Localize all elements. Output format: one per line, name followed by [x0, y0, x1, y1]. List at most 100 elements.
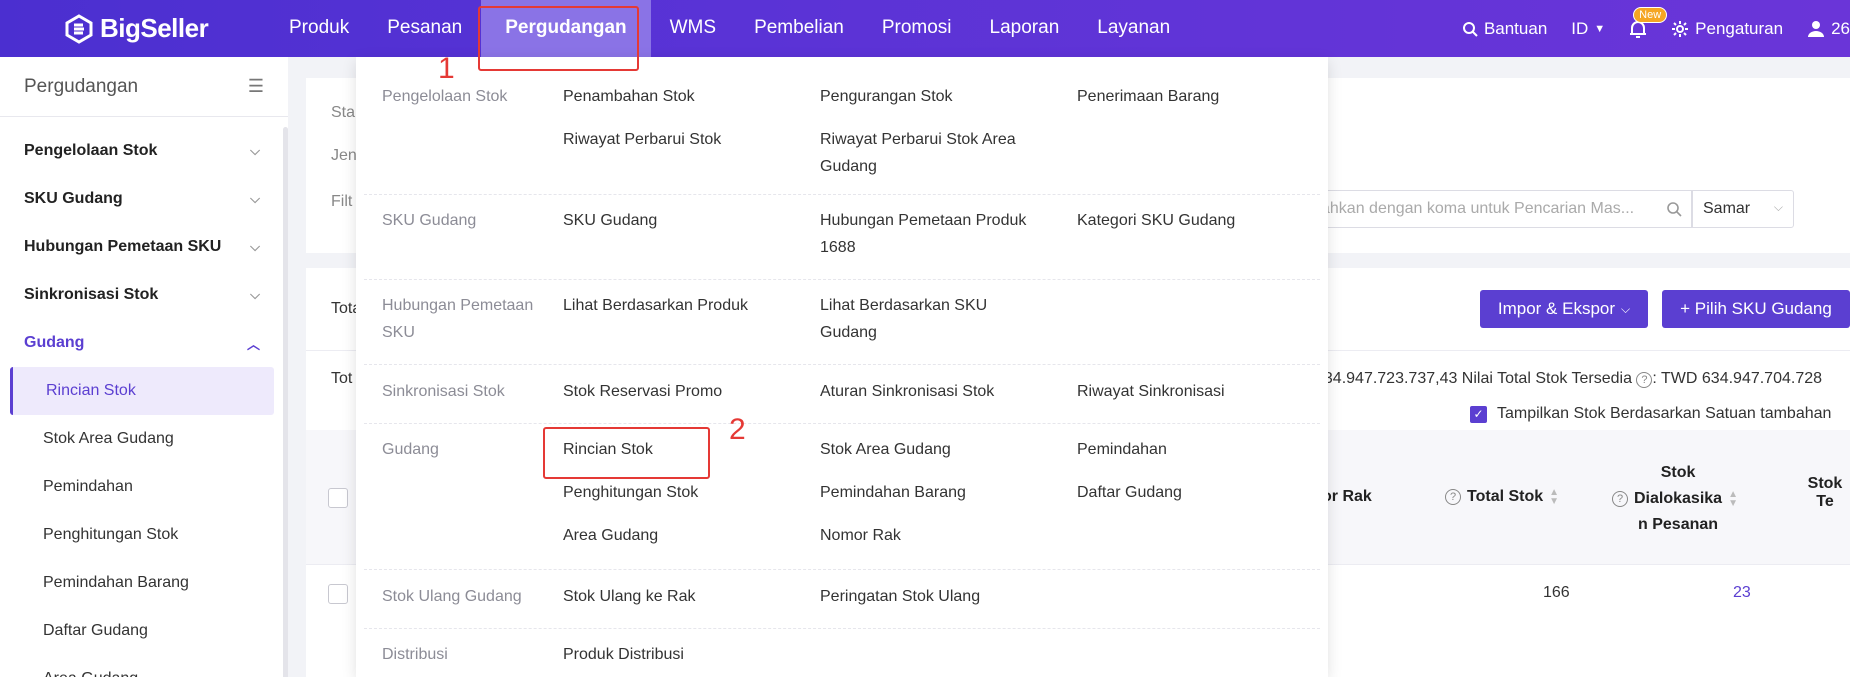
help-link[interactable]: Bantuan [1462, 19, 1547, 39]
menu-link-warehouse-list[interactable]: Daftar Gudang [1077, 479, 1182, 506]
bigseller-logo-icon [65, 13, 93, 44]
language-select[interactable]: ID ▼ [1571, 19, 1605, 39]
column-total-stock[interactable]: ? Total Stok ▲ ▼ [1445, 488, 1559, 507]
sidebar-sub-rincian-stok[interactable]: Rincian Stok [10, 367, 274, 415]
column-allocated-line-1: Stok [1660, 464, 1696, 481]
sidebar-sub-daftar-gudang[interactable]: Daftar Gudang [0, 607, 288, 655]
row-checkbox[interactable] [328, 584, 348, 604]
sidebar-sub-area-gudang[interactable]: Area Gudang [0, 655, 288, 677]
menu-link-warehouse-sku[interactable]: SKU Gudang [563, 207, 657, 234]
sidebar-title: Pergudangan [24, 75, 139, 97]
select-all-checkbox[interactable] [328, 488, 348, 508]
menu-category: Sinkronisasi Stok [382, 383, 505, 400]
settings-link[interactable]: Pengaturan [1671, 19, 1783, 39]
row-total-stock: 166 [1543, 584, 1570, 601]
column-rack: or Rak [1322, 488, 1372, 505]
sidebar-scrollbar[interactable] [283, 127, 288, 677]
main-nav: Produk Pesanan Pergudangan WMS Pembelian… [270, 0, 1189, 57]
total-summary-label: Tot [331, 370, 353, 387]
sidebar-item-sku-gudang[interactable]: SKU Gudang ⌵ [0, 175, 288, 223]
top-navbar: BigSeller Produk Pesanan Pergudangan WMS… [0, 0, 1850, 57]
collapse-sidebar-icon[interactable]: ☰ [248, 76, 264, 97]
menu-link-view-by-warehouse-sku[interactable]: Lihat Berdasarkan SKU Gudang [820, 292, 1010, 346]
menu-link-restock-to-rack[interactable]: Stok Ulang ke Rak [563, 583, 696, 610]
menu-link-promo-reserved-stock[interactable]: Stok Reservasi Promo [563, 378, 722, 405]
warehouse-mega-menu: Pengelolaan Stok Penambahan Stok Pengura… [356, 57, 1328, 677]
menu-link-warehouse-area[interactable]: Area Gudang [563, 522, 658, 549]
sidebar-sub-stok-area-gudang[interactable]: Stok Area Gudang [0, 415, 288, 463]
nav-pesanan[interactable]: Pesanan [368, 0, 481, 57]
row-allocated-stock[interactable]: 23 [1733, 584, 1751, 602]
nav-laporan[interactable]: Laporan [971, 0, 1079, 57]
menu-link-warehouse-sku-category[interactable]: Kategori SKU Gudang [1077, 207, 1235, 234]
menu-link-distribution-products[interactable]: Produk Distribusi [563, 641, 684, 668]
menu-category: Hubungan Pemetaan SKU [382, 297, 534, 341]
help-circle-icon[interactable]: ? [1636, 372, 1653, 388]
show-by-unit-toggle[interactable]: ✓ Tampilkan Stok Berdasarkan Satuan tamb… [1470, 405, 1831, 423]
sidebar-item-pengelolaan-stok[interactable]: Pengelolaan Stok ⌵ [0, 127, 288, 175]
column-extra: Stok Te [1807, 475, 1843, 510]
user-label: 26 [1831, 18, 1850, 38]
column-allocated-stock[interactable]: ? Stok Dialokasika n Pesanan ▲ ▼ [1612, 460, 1752, 538]
annotation-box-2 [543, 427, 710, 479]
menu-link-goods-receipt[interactable]: Penerimaan Barang [1077, 83, 1219, 110]
sidebar-item-sinkronisasi-stok[interactable]: Sinkronisasi Stok ⌵ [0, 271, 288, 319]
chevron-down-icon: ⌵ [1621, 301, 1631, 316]
menu-link-stock-addition[interactable]: Penambahan Stok [563, 83, 695, 110]
menu-link-transfer[interactable]: Pemindahan [1077, 436, 1167, 463]
settings-label: Pengaturan [1695, 18, 1784, 38]
brand-logo[interactable]: BigSeller [64, 13, 209, 44]
menu-category: Gudang [382, 441, 439, 458]
sidebar: Pergudangan ☰ Pengelolaan Stok ⌵ SKU Guda… [0, 57, 288, 677]
top-right-tools: Bantuan ID ▼ New Pengaturan 26 [1438, 0, 1850, 57]
sidebar-item-hubungan-pemetaan-sku[interactable]: Hubungan Pemetaan SKU ⌵ [0, 223, 288, 271]
sidebar-item-gudang[interactable]: Gudang ︿ [0, 319, 288, 367]
match-mode-select[interactable]: Samar ⌵ [1692, 190, 1794, 228]
filter-label-filter: Filt [331, 193, 353, 210]
sort-icon[interactable]: ▲ ▼ [1728, 490, 1738, 509]
sidebar-item-label: SKU Gudang [24, 190, 123, 207]
stock-value-summary: 634.947.723.737,43 Nilai Total Stok Ters… [1315, 370, 1822, 388]
sidebar-sub-pemindahan[interactable]: Pemindahan [0, 463, 288, 511]
chevron-down-icon: ⌵ [250, 287, 260, 302]
import-export-button[interactable]: Impor & Ekspor ⌵ [1480, 290, 1648, 328]
nav-wms[interactable]: WMS [651, 0, 735, 57]
notifications[interactable]: New [1629, 6, 1668, 39]
menu-row-stock-management: Pengelolaan Stok Penambahan Stok Pengura… [364, 57, 1320, 195]
new-badge: New [1633, 6, 1668, 23]
chevron-down-icon: ⌵ [250, 239, 260, 254]
menu-link-stock-count[interactable]: Penghitungan Stok [563, 479, 698, 506]
annotation-number-1: 1 [438, 52, 455, 85]
nav-pembelian[interactable]: Pembelian [735, 0, 863, 57]
search-icon[interactable] [1666, 201, 1682, 217]
menu-link-stock-update-history[interactable]: Riwayat Perbarui Stok [563, 126, 721, 153]
menu-link-rack-number[interactable]: Nomor Rak [820, 522, 901, 549]
menu-link-stock-reduction[interactable]: Pengurangan Stok [820, 83, 953, 110]
menu-link-sync-history[interactable]: Riwayat Sinkronisasi [1077, 378, 1225, 405]
search-input[interactable]: ahkan dengan koma untuk Pencarian Mas... [1310, 190, 1692, 228]
menu-link-view-by-product[interactable]: Lihat Berdasarkan Produk [563, 292, 748, 319]
menu-link-area-stock-update-history[interactable]: Riwayat Perbarui Stok Area Gudang [820, 126, 1050, 180]
nav-produk[interactable]: Produk [270, 0, 368, 57]
menu-link-restock-alert[interactable]: Peringatan Stok Ulang [820, 583, 980, 610]
pick-warehouse-sku-button[interactable]: + Pilih SKU Gudang [1662, 290, 1850, 328]
sidebar-sub-pemindahan-barang[interactable]: Pemindahan Barang [0, 559, 288, 607]
brand-name: BigSeller [100, 13, 209, 43]
menu-link-goods-transfer[interactable]: Pemindahan Barang [820, 479, 966, 506]
annotation-number-2: 2 [729, 413, 746, 446]
help-circle-icon[interactable]: ? [1445, 489, 1461, 505]
menu-link-warehouse-area-stock[interactable]: Stok Area Gudang [820, 436, 951, 463]
menu-link-stock-sync-rules[interactable]: Aturan Sinkronisasi Stok [820, 378, 994, 405]
sidebar-item-label: Sinkronisasi Stok [24, 286, 159, 303]
sidebar-sub-penghitungan-stok[interactable]: Penghitungan Stok [0, 511, 288, 559]
menu-link-1688-mapping[interactable]: Hubungan Pemetaan Produk 1688 [820, 207, 1050, 261]
checkbox-checked-icon[interactable]: ✓ [1470, 405, 1487, 423]
menu-category: Distribusi [382, 646, 448, 663]
help-circle-icon[interactable]: ? [1612, 491, 1628, 507]
sort-icon[interactable]: ▲ ▼ [1549, 488, 1559, 507]
sidebar-item-label: Pengelolaan Stok [24, 142, 158, 159]
language-label: ID [1571, 18, 1589, 38]
nav-promosi[interactable]: Promosi [863, 0, 971, 57]
nav-layanan[interactable]: Layanan [1078, 0, 1189, 57]
user-menu[interactable]: 26 [1807, 19, 1850, 39]
